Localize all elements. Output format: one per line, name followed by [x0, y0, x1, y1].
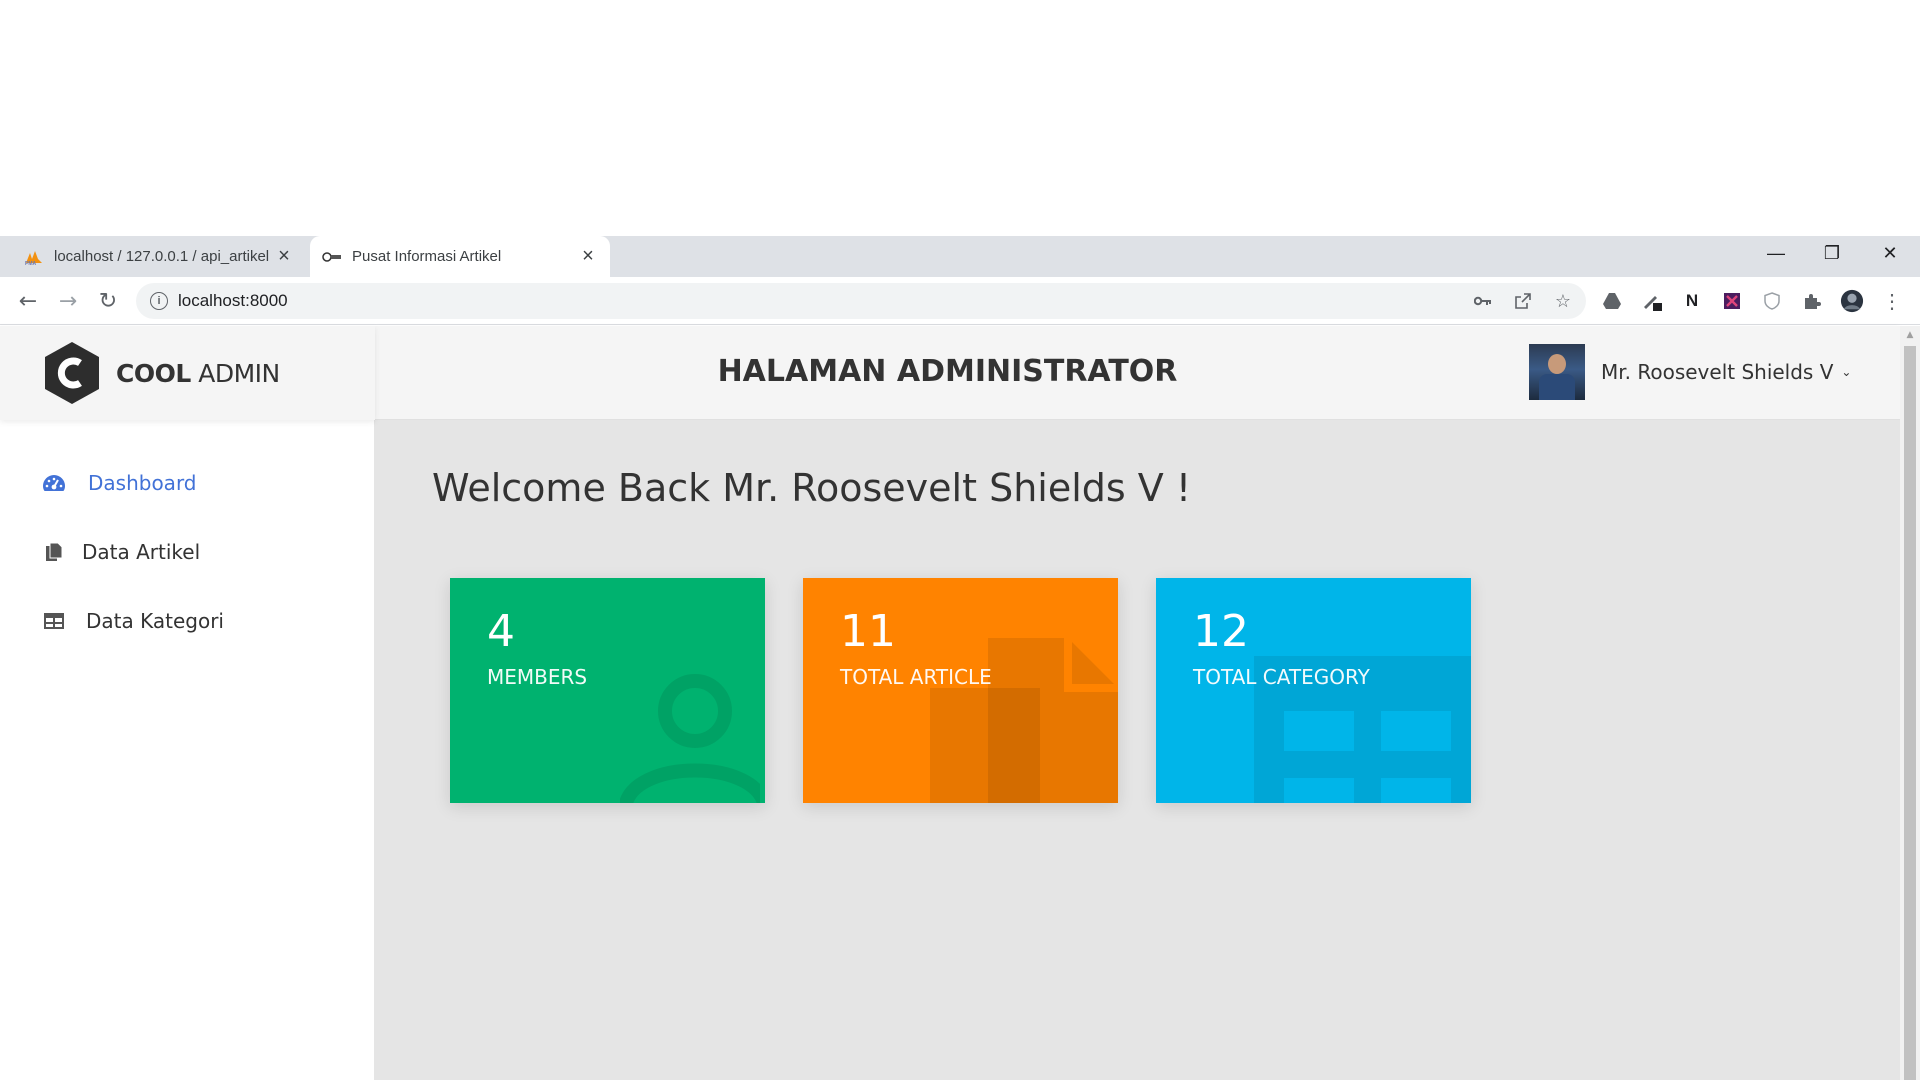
phpmyadmin-icon: PMA — [24, 248, 44, 266]
tab-pusat-informasi[interactable]: Pusat Informasi Artikel × — [310, 236, 610, 277]
tab-phpmyadmin[interactable]: PMA localhost / 127.0.0.1 / api_artikel … — [0, 236, 306, 277]
avatar[interactable] — [1529, 344, 1585, 400]
sidebar-item-label: Data Kategori — [86, 609, 224, 633]
notion-icon[interactable]: N — [1680, 289, 1704, 313]
stat-value: 11 — [840, 606, 896, 657]
stat-label: MEMBERS — [487, 665, 588, 689]
reload-icon[interactable]: ↻ — [94, 287, 122, 315]
scroll-thumb[interactable] — [1904, 346, 1916, 1080]
drive-icon[interactable] — [1600, 289, 1624, 313]
stat-value: 12 — [1193, 606, 1249, 657]
stat-card-total-article[interactable]: 11 TOTAL ARTICLE — [803, 578, 1118, 803]
header: HALAMAN ADMINISTRATOR Mr. Roosevelt Shie… — [375, 326, 1900, 420]
logo-text: COOL ADMIN — [116, 359, 280, 388]
address-bar[interactable]: i localhost:8000 ☆ — [136, 283, 1586, 319]
extension-purple-icon[interactable] — [1720, 289, 1744, 313]
info-icon[interactable]: i — [150, 292, 168, 310]
user-icon — [620, 674, 760, 803]
browser-tabstrip: PMA localhost / 127.0.0.1 / api_artikel … — [0, 236, 1920, 508]
key-icon[interactable] — [1472, 290, 1494, 312]
stat-value: 4 — [487, 606, 515, 657]
restore-icon[interactable]: ❐ — [1804, 236, 1860, 270]
menu-kebab-icon[interactable]: ⋮ — [1880, 289, 1904, 313]
stat-label: TOTAL CATEGORY — [1193, 665, 1370, 689]
blank-area — [0, 0, 1920, 236]
browser-toolbar: ← → ↻ i localhost:8000 ☆ N ⋮ — [0, 277, 1920, 325]
site-favicon-icon — [322, 248, 342, 266]
sidebar-item-label: Dashboard — [88, 471, 197, 495]
url-text[interactable]: localhost:8000 — [178, 291, 288, 311]
stat-card-total-category[interactable]: 12 TOTAL CATEGORY — [1156, 578, 1471, 803]
forward-icon[interactable]: → — [54, 287, 82, 315]
shield-icon[interactable] — [1760, 289, 1784, 313]
minimize-icon[interactable]: — — [1748, 236, 1804, 270]
main-content: Welcome Back Mr. Roosevelt Shields V ! 4… — [375, 420, 1900, 1080]
sidebar-item-data-kategori[interactable]: Data Kategori — [42, 606, 224, 636]
account-dropdown[interactable]: Mr. Roosevelt Shields V ⌄ — [1529, 344, 1851, 400]
stat-label: TOTAL ARTICLE — [840, 665, 992, 689]
profile-avatar-icon[interactable] — [1840, 289, 1864, 313]
logo-text-bold: COOL — [116, 358, 191, 388]
scroll-up-icon[interactable]: ▲ — [1904, 330, 1916, 342]
logo-hexagon-icon — [45, 342, 99, 404]
stat-card-members[interactable]: 4 MEMBERS — [450, 578, 765, 803]
close-icon[interactable]: × — [576, 245, 600, 269]
logo-text-light: ADMIN — [198, 358, 280, 388]
logo[interactable]: COOL ADMIN — [0, 326, 375, 420]
bookmark-star-icon[interactable]: ☆ — [1552, 290, 1574, 312]
sidebar-item-dashboard[interactable]: Dashboard — [42, 468, 197, 498]
tab-label: Pusat Informasi Artikel — [352, 248, 502, 265]
tachometer-icon — [42, 471, 66, 495]
sidebar-item-data-artikel[interactable]: Data Artikel — [42, 537, 200, 567]
chevron-down-icon[interactable]: ⌄ — [1841, 365, 1851, 379]
close-window-icon[interactable]: ✕ — [1862, 236, 1918, 270]
welcome-heading: Welcome Back Mr. Roosevelt Shields V ! — [432, 466, 1192, 510]
svg-text:PMA: PMA — [25, 261, 37, 265]
copy-icon — [930, 638, 1118, 803]
page-scrollbar[interactable]: ▲ — [1900, 326, 1920, 1080]
sidebar-item-label: Data Artikel — [82, 540, 201, 564]
puzzle-icon[interactable] — [1800, 289, 1824, 313]
app-root: COOL ADMIN Dashboard Data Artikel Data K… — [0, 326, 1920, 1080]
eyedropper-icon[interactable] — [1640, 289, 1664, 313]
copy-icon — [42, 540, 66, 564]
table-icon — [42, 609, 66, 633]
sidebar: Dashboard Data Artikel Data Kategori — [0, 420, 375, 1080]
close-icon[interactable]: × — [272, 245, 296, 269]
page-title: HALAMAN ADMINISTRATOR — [717, 354, 1178, 389]
back-icon[interactable]: ← — [14, 287, 42, 315]
user-name[interactable]: Mr. Roosevelt Shields V — [1601, 360, 1833, 384]
share-icon[interactable] — [1512, 290, 1534, 312]
tab-label: localhost / 127.0.0.1 / api_artikel — [54, 248, 270, 265]
